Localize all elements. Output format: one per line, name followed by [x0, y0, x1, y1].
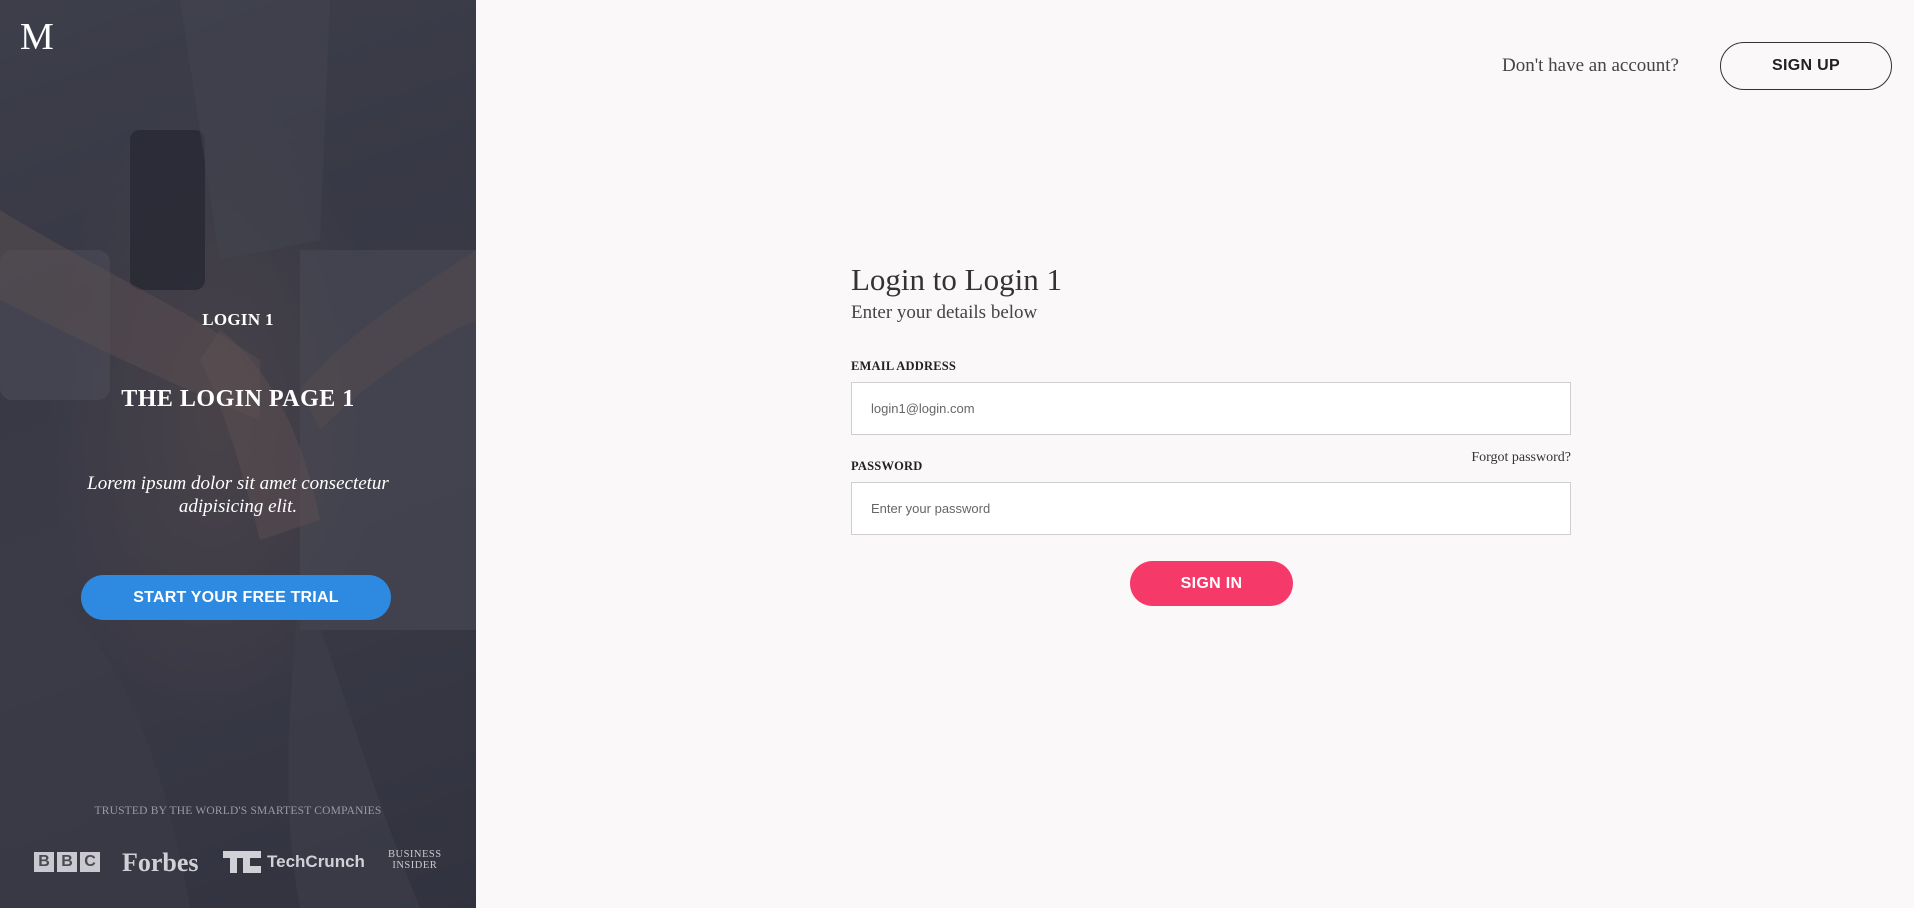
sign-in-button[interactable]: SIGN IN — [1130, 561, 1293, 606]
bbc-letter: C — [80, 852, 100, 872]
password-input[interactable] — [851, 482, 1571, 535]
hero-headline: THE LOGIN PAGE 1 — [121, 386, 355, 412]
left-hero-panel: M LOGIN 1 THE LOGIN PAGE 1 Lorem ipsum d… — [0, 0, 476, 908]
forgot-password-link[interactable]: Forgot password? — [1471, 450, 1571, 466]
form-subtitle: Enter your details below — [851, 302, 1038, 323]
hero-tagline: Lorem ipsum dolor sit amet consectetur a… — [87, 473, 389, 517]
form-title: Login to Login 1 — [851, 262, 1062, 297]
partner-logos: B B C Forbes TechCrunch BUSINESS INSIDER — [34, 848, 446, 878]
sign-up-button[interactable]: SIGN UP — [1720, 42, 1892, 90]
no-account-prompt: Don't have an account? — [1502, 55, 1679, 76]
logo[interactable]: M — [20, 18, 54, 56]
login-form: Login to Login 1 Enter your details belo… — [851, 260, 1571, 606]
business-insider-line: BUSINESS — [388, 849, 442, 860]
forbes-logo: Forbes — [122, 848, 199, 877]
techcrunch-name: TechCrunch — [267, 852, 365, 871]
business-insider-line: INSIDER — [392, 860, 438, 871]
bbc-letter: B — [57, 852, 77, 872]
trusted-by-text: TRUSTED BY THE WORLD'S SMARTEST COMPANIE… — [94, 805, 382, 817]
bbc-letter: B — [34, 852, 54, 872]
techcrunch-mark-icon — [223, 851, 261, 873]
business-insider-logo: BUSINESS INSIDER — [388, 849, 442, 871]
password-label: PASSWORD — [851, 459, 923, 473]
bbc-logo: B B C — [34, 852, 100, 872]
left-content: M LOGIN 1 THE LOGIN PAGE 1 Lorem ipsum d… — [0, 0, 476, 908]
email-label: EMAIL ADDRESS — [851, 359, 957, 373]
start-free-trial-button[interactable]: START YOUR FREE TRIAL — [81, 575, 391, 620]
brand-name: LOGIN 1 — [202, 310, 274, 329]
techcrunch-logo: TechCrunch — [223, 851, 365, 873]
email-input[interactable] — [851, 382, 1571, 435]
